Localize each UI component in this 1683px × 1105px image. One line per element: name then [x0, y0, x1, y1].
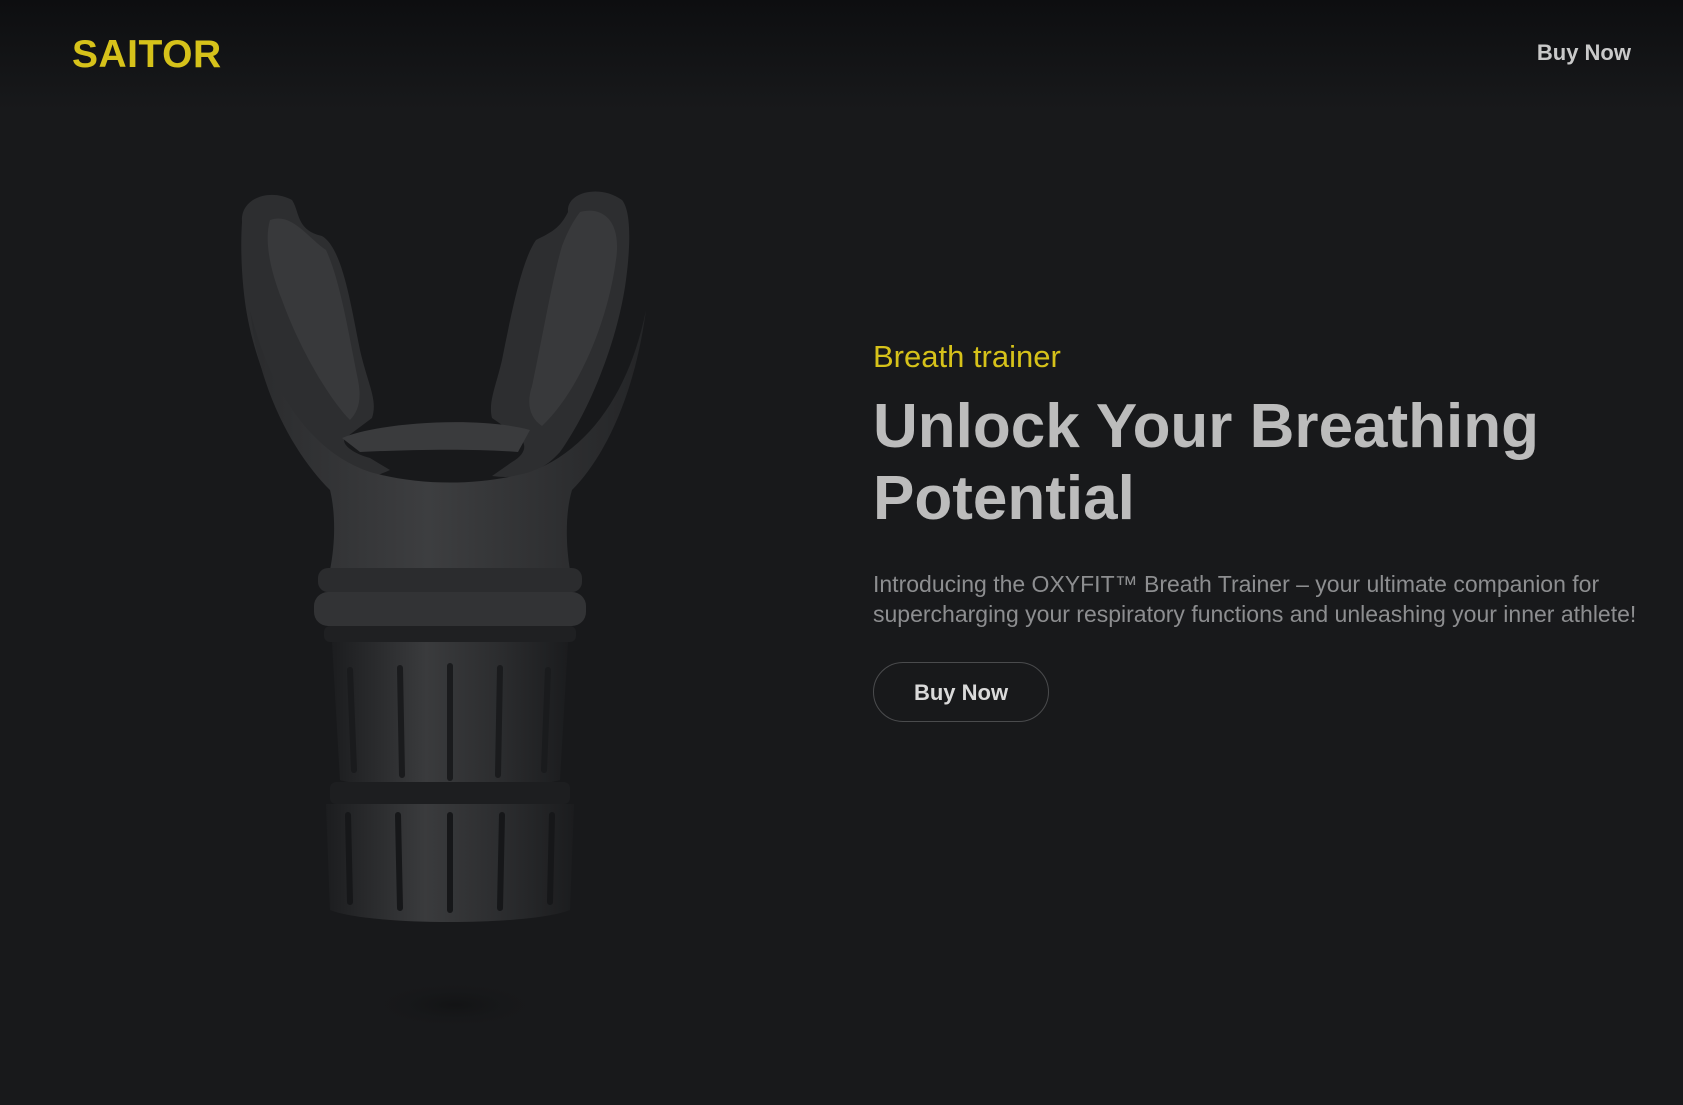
nav-buy-now-link[interactable]: Buy Now: [1537, 40, 1631, 66]
hero-section: Breath trainer Unlock Your Breathing Pot…: [873, 335, 1663, 722]
hero-description: Introducing the OXYFIT™ Breath Trainer –…: [873, 571, 1637, 627]
top-nav-bar: SAITOR Buy Now: [0, 0, 1683, 110]
product-image: [230, 190, 670, 1050]
hero-eyebrow: Breath trainer: [873, 339, 1061, 374]
landing-page: SAITOR Buy Now Breath trainer Unlock You…: [0, 0, 1683, 1105]
hero-headline: Unlock Your Breathing Potential: [873, 392, 1540, 533]
breath-trainer-icon: [241, 191, 646, 1030]
brand-logo[interactable]: SAITOR: [72, 33, 222, 77]
hero-buy-now-button[interactable]: Buy Now: [873, 662, 1049, 722]
